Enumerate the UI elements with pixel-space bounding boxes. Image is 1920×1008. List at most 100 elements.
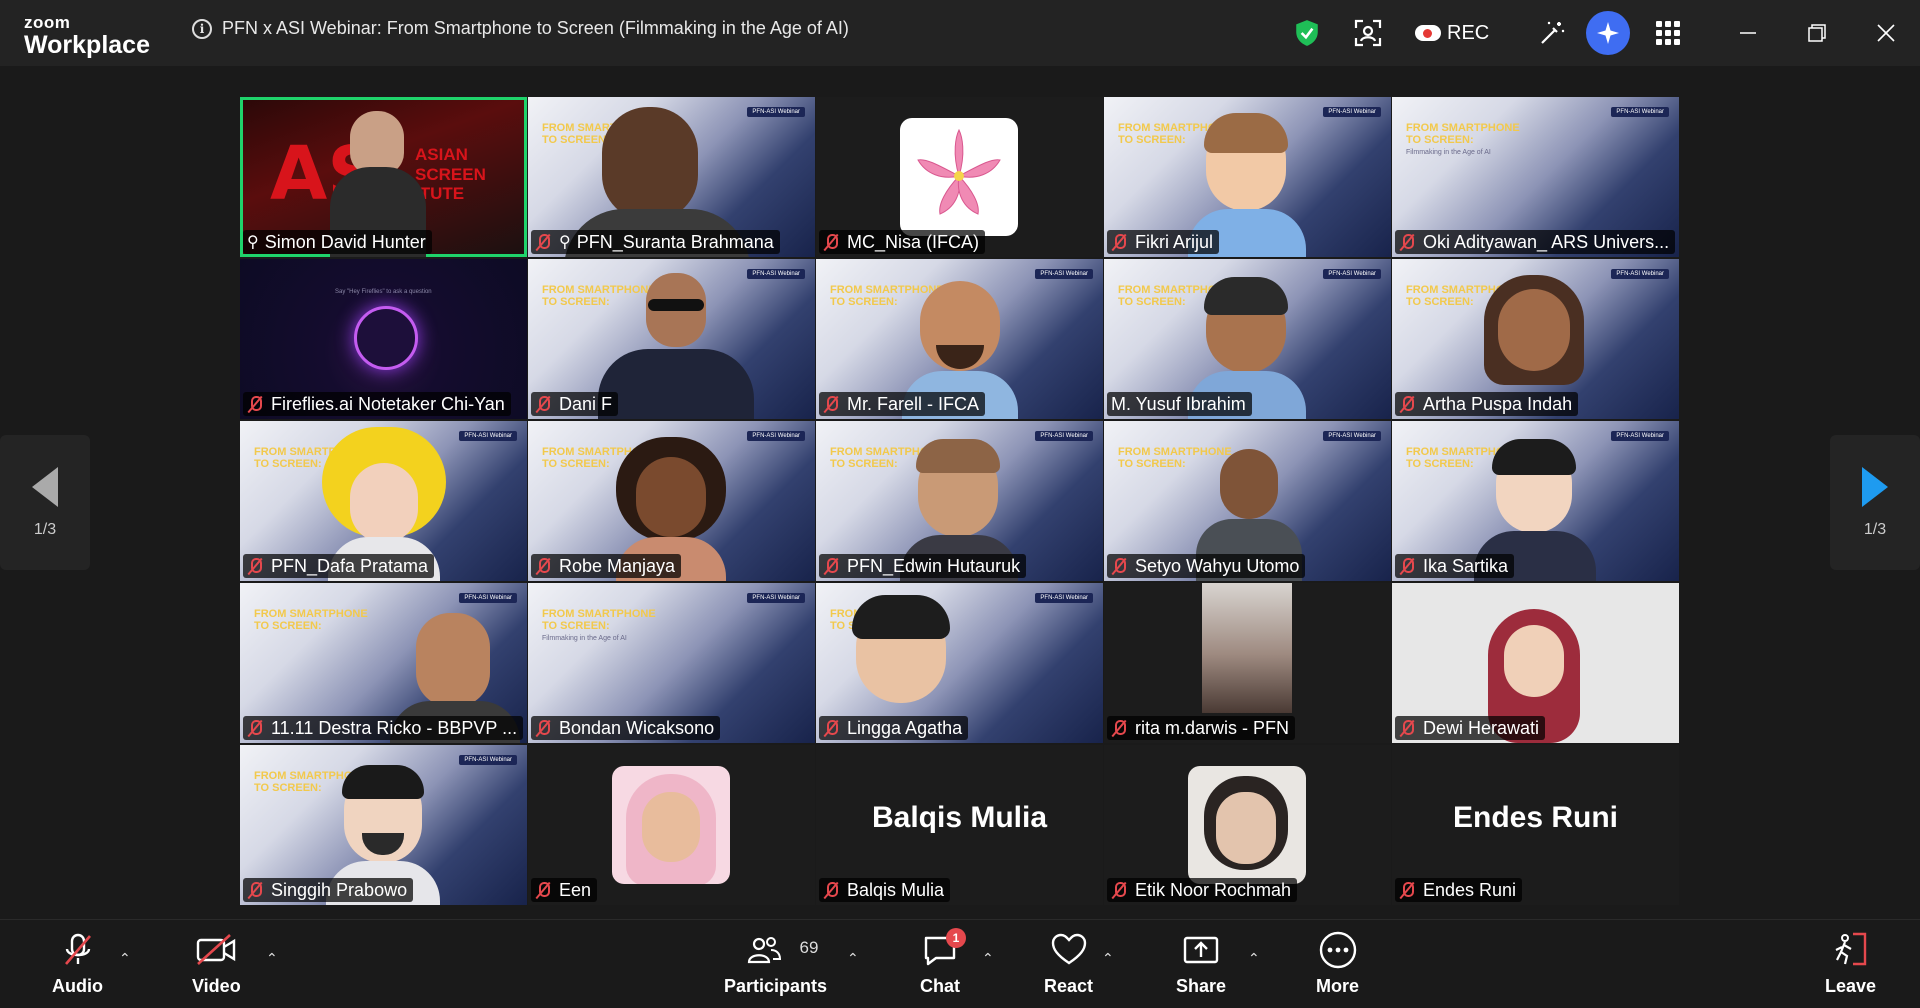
cloud-record-icon — [1415, 25, 1441, 41]
name-tag: Een — [531, 878, 598, 902]
participant-name: Simon David Hunter — [264, 231, 426, 252]
share-options-chevron-icon[interactable]: ⌃ — [1248, 950, 1260, 967]
recording-indicator[interactable]: REC — [1415, 12, 1489, 54]
profile-photo — [612, 766, 730, 884]
avatar-head — [636, 457, 706, 537]
video-tile-fikri-arijul[interactable]: PFN-ASI Webinar FROM SMARTPHONE TO SCREE… — [1104, 97, 1391, 257]
video-tile-m-yusuf-ibrahim[interactable]: PFN-ASI Webinar FROM SMARTPHONE TO SCREE… — [1104, 259, 1391, 419]
ai-companion-button[interactable] — [1586, 11, 1630, 55]
more-ellipsis-icon — [1319, 931, 1356, 969]
name-tag: Lingga Agatha — [819, 716, 969, 740]
video-tile-singgih-prabowo[interactable]: PFN-ASI Webinar FROM SMARTPHONE TO SCREE… — [240, 745, 527, 905]
react-button[interactable]: React — [1044, 930, 1093, 997]
video-tile-destra-ricko[interactable]: PFN-ASI Webinar FROM SMARTPHONE TO SCREE… — [240, 583, 527, 743]
video-tile-dewi-herawati[interactable]: Dewi Herawati — [1392, 583, 1679, 743]
profile-photo — [1188, 766, 1306, 884]
name-tag: 11.11 Destra Ricko - BBPVP ... — [243, 716, 524, 740]
slide-title: FROM SMARTPHONE TO SCREEN: — [1406, 122, 1520, 146]
chat-options-chevron-icon[interactable]: ⌃ — [982, 950, 994, 967]
focus-mode-icon[interactable] — [1350, 12, 1386, 54]
person-head — [350, 111, 404, 175]
more-button[interactable]: More — [1316, 930, 1359, 997]
video-tile-rita-m-darwis[interactable]: rita m.darwis - PFN — [1104, 583, 1391, 743]
pin-icon: ⚲ — [247, 234, 259, 251]
avatar-hair — [1204, 113, 1288, 153]
video-tile-mr-farell[interactable]: PFN-ASI Webinar FROM SMARTPHONE TO SCREE… — [816, 259, 1103, 419]
participant-name: Lingga Agatha — [847, 717, 963, 738]
video-tile-etik-noor-rochmah[interactable]: Etik Noor Rochmah — [1104, 745, 1391, 905]
video-tile-artha-puspa-indah[interactable]: PFN-ASI Webinar FROM SMARTPHONE TO SCREE… — [1392, 259, 1679, 419]
slide-badge: PFN-ASI Webinar — [1035, 593, 1093, 603]
video-tile-robe-manjaya[interactable]: PFN-ASI Webinar FROM SMARTPHONE TO SCREE… — [528, 421, 815, 581]
mic-muted-icon — [1111, 881, 1127, 899]
name-tag: Endes Runi — [1395, 878, 1523, 902]
video-tile-endes-runi[interactable]: Endes Runi Endes Runi — [1392, 745, 1679, 905]
participant-name: Mr. Farell - IFCA — [847, 393, 980, 414]
video-tile-dani-f[interactable]: PFN-ASI Webinar FROM SMARTPHONE TO SCREE… — [528, 259, 815, 419]
mic-muted-icon — [1399, 557, 1415, 575]
react-options-chevron-icon[interactable]: ⌃ — [1102, 950, 1114, 967]
name-tag: Bondan Wicaksono — [531, 716, 721, 740]
participants-options-chevron-icon[interactable]: ⌃ — [847, 950, 859, 967]
video-tile-ika-sartika[interactable]: PFN-ASI Webinar FROM SMARTPHONE TO SCREE… — [1392, 421, 1679, 581]
video-label: Video — [192, 976, 241, 996]
video-tile-fireflies-notetaker[interactable]: Say "Hey Fireflies" to ask a question Fi… — [240, 259, 527, 419]
video-tile-balqis-mulia[interactable]: Balqis Mulia Balqis Mulia — [816, 745, 1103, 905]
chat-button[interactable]: 1 Chat — [920, 928, 966, 997]
next-page-button[interactable]: 1/3 — [1830, 435, 1920, 570]
slide-badge: PFN-ASI Webinar — [747, 269, 805, 279]
audio-options-chevron-icon[interactable]: ⌃ — [119, 950, 131, 967]
video-tile-oki-adityawan[interactable]: PFN-ASI Webinar FROM SMARTPHONE TO SCREE… — [1392, 97, 1679, 257]
video-tile-een[interactable]: Een — [528, 745, 815, 905]
minimize-button[interactable] — [1728, 12, 1768, 54]
chat-unread-badge: 1 — [946, 928, 966, 948]
close-button[interactable] — [1866, 12, 1906, 54]
previous-page-button[interactable]: 1/3 — [0, 435, 90, 570]
slide-badge: PFN-ASI Webinar — [1611, 269, 1669, 279]
audio-button[interactable]: Audio — [52, 930, 103, 997]
video-tile-lingga-agatha[interactable]: PFN-ASI Webinar FROM SMARTPHONE TO SCREE… — [816, 583, 1103, 743]
restore-button[interactable] — [1797, 12, 1837, 54]
participant-name: Dewi Herawati — [1423, 717, 1540, 738]
name-tag: ⚲ PFN_Suranta Brahmana — [531, 230, 780, 254]
chat-label: Chat — [920, 976, 960, 996]
video-tile-suranta-brahmana[interactable]: PFN-ASI Webinar FROM SMARTPHONE TO SCREE… — [528, 97, 815, 257]
video-tile-simon-david-hunter[interactable]: AS ASIAN SCREEN ITUTE ⚲ Simon David Hunte… — [240, 97, 527, 257]
participant-name: Etik Noor Rochmah — [1135, 879, 1292, 900]
leave-button[interactable]: Leave — [1825, 930, 1876, 997]
name-tag: Ika Sartika — [1395, 554, 1515, 578]
sparkle-icon — [1597, 22, 1619, 44]
video-tile-bondan-wicaksono[interactable]: PFN-ASI Webinar FROM SMARTPHONE TO SCREE… — [528, 583, 815, 743]
name-tag: MC_Nisa (IFCA) — [819, 230, 986, 254]
avatar-head — [1498, 289, 1570, 371]
audio-label: Audio — [52, 976, 103, 996]
video-tile-pfn-edwin-hutauruk[interactable]: PFN-ASI Webinar FROM SMARTPHONE TO SCREE… — [816, 421, 1103, 581]
pin-icon: ⚲ — [559, 234, 571, 251]
slide-badge: PFN-ASI Webinar — [1035, 431, 1093, 441]
share-label: Share — [1176, 976, 1227, 996]
avatar-head — [350, 463, 418, 543]
video-tile-mc-nisa[interactable]: MC_Nisa (IFCA) — [816, 97, 1103, 257]
magic-wand-icon[interactable] — [1534, 12, 1570, 54]
arrow-left-icon — [32, 466, 58, 507]
encryption-shield-icon[interactable] — [1292, 12, 1322, 54]
participant-name: Bondan Wicaksono — [559, 717, 715, 738]
avatar-hair — [852, 595, 950, 639]
mic-muted-icon — [823, 881, 839, 899]
video-button[interactable]: Video — [192, 930, 241, 997]
video-tile-setyo-wahyu-utomo[interactable]: PFN-ASI Webinar FROM SMARTPHONE TO SCREE… — [1104, 421, 1391, 581]
video-options-chevron-icon[interactable]: ⌃ — [266, 950, 278, 967]
share-button[interactable]: Share — [1176, 930, 1226, 997]
arrow-right-icon — [1862, 466, 1888, 507]
info-icon[interactable]: i — [192, 18, 212, 39]
slide-badge: PFN-ASI Webinar — [459, 755, 517, 765]
apps-grid-icon[interactable] — [1650, 12, 1686, 54]
name-tag: Etik Noor Rochmah — [1107, 878, 1298, 902]
mic-muted-icon — [535, 881, 551, 899]
video-tile-pfn-dafa-pratama[interactable]: PFN-ASI Webinar FROM SMARTPHONE TO SCREE… — [240, 421, 527, 581]
mic-muted-icon — [823, 719, 839, 737]
participant-name: Oki Adityawan_ ARS Univers... — [1423, 231, 1670, 252]
slide-subtitle: Filmmaking in the Age of AI — [1406, 149, 1491, 156]
participants-button[interactable]: 69 Participants — [724, 930, 827, 997]
zoom-logo: zoom Workplace — [24, 14, 150, 58]
